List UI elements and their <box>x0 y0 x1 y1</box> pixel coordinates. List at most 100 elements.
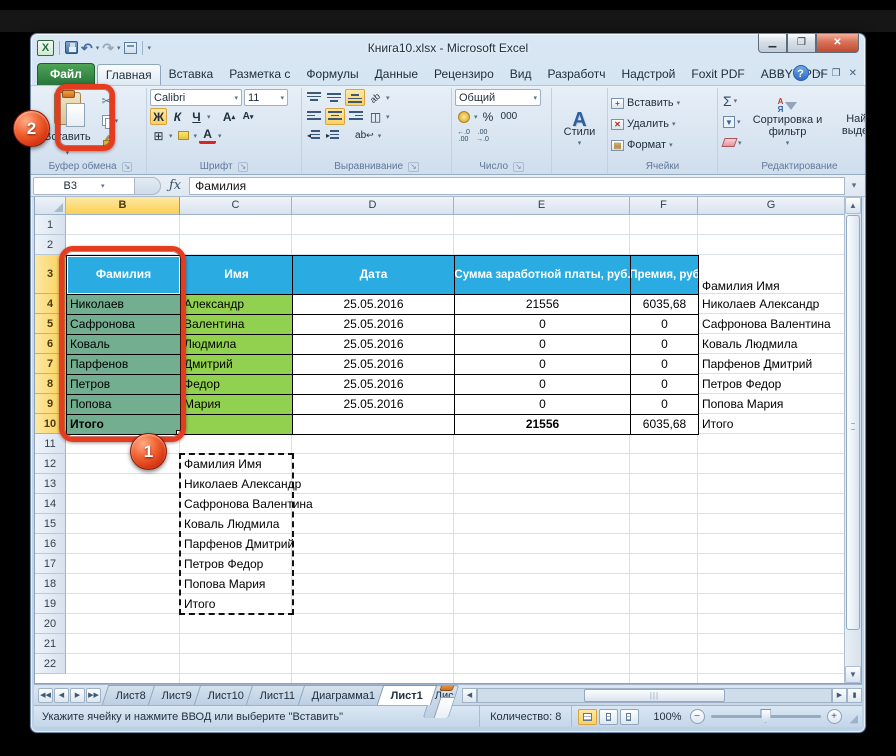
fill-button[interactable]: ▼▾ <box>721 113 744 130</box>
expand-formula-bar-icon[interactable]: ▾ <box>845 180 863 191</box>
row-header-18[interactable]: 18 <box>35 574 66 594</box>
minimize-button[interactable]: ▁ <box>758 34 787 53</box>
pasted-cell-C16[interactable]: Парфенов Дмитрий <box>180 534 320 554</box>
number-format-select[interactable]: Общий▾ <box>455 89 541 106</box>
tab-main[interactable]: Главная <box>97 64 161 85</box>
cell-C8[interactable]: Федор <box>180 374 293 395</box>
font-dialog-launcher-icon[interactable]: ↘ <box>238 162 249 172</box>
tab-data[interactable]: Данные <box>367 64 426 85</box>
tab-page-layout[interactable]: Разметка с <box>221 64 298 85</box>
cell-C6[interactable]: Людмила <box>180 334 293 355</box>
find-select-button[interactable]: Найти и выделить ▾ <box>832 89 865 159</box>
autosum-button[interactable]: Σ▾ <box>721 92 744 109</box>
comma-style-button[interactable]: 000 <box>499 108 520 125</box>
horizontal-scroll-thumb[interactable] <box>584 689 725 702</box>
col-header-F[interactable]: F <box>630 197 698 215</box>
row-header-12[interactable]: 12 <box>35 454 66 474</box>
merge-center-button[interactable]: ◫ <box>367 108 384 125</box>
excel-logo-icon[interactable]: X <box>37 40 54 56</box>
row-header-15[interactable]: 15 <box>35 514 66 534</box>
table-view-icon[interactable] <box>124 42 137 54</box>
scroll-up-icon[interactable]: ▲ <box>845 197 861 214</box>
cell-F9[interactable]: 0 <box>630 394 699 415</box>
row-header-1[interactable]: 1 <box>35 215 66 235</box>
align-middle-button[interactable] <box>325 89 343 106</box>
tab-foxit[interactable]: Foxit PDF <box>683 64 752 85</box>
redo-dropdown-icon[interactable]: ▾ <box>117 44 121 52</box>
cell-D8[interactable]: 25.05.2016 <box>292 374 455 395</box>
select-all-corner[interactable] <box>35 197 66 215</box>
delete-cells-button[interactable]: ✕Удалить▾ <box>611 115 714 134</box>
tab-formulas[interactable]: Формулы <box>298 64 366 85</box>
sheet-tab-diagram1[interactable]: Диаграмма1 <box>297 685 389 705</box>
cell-F4[interactable]: 6035,68 <box>630 294 699 315</box>
pasted-cell-C13[interactable]: Николаев Александр <box>180 474 320 494</box>
cell-G10[interactable]: Итого <box>698 414 844 434</box>
formula-input[interactable]: Фамилия <box>189 177 845 195</box>
col-header-D[interactable]: D <box>292 197 454 215</box>
cell-D6[interactable]: 25.05.2016 <box>292 334 455 355</box>
increase-decimal-button[interactable]: ←.0.00 <box>455 127 472 144</box>
cell-C7[interactable]: Дмитрий <box>180 354 293 375</box>
zoom-slider-track[interactable] <box>711 715 821 718</box>
cell-C5[interactable]: Валентина <box>180 314 293 335</box>
next-sheet-icon[interactable]: ▶ <box>70 688 85 703</box>
restore-button[interactable]: ❐ <box>787 34 816 53</box>
cell-G9[interactable]: Попова Мария <box>698 394 844 414</box>
help-icon[interactable]: ? <box>793 65 809 81</box>
cell-D5[interactable]: 25.05.2016 <box>292 314 455 335</box>
pasted-cell-C17[interactable]: Петров Федор <box>180 554 320 574</box>
doc-close-icon[interactable]: ✕ <box>849 68 857 79</box>
zoom-in-button[interactable]: + <box>827 709 842 724</box>
cell-E10[interactable]: 21556 <box>454 414 631 435</box>
number-dialog-launcher-icon[interactable]: ↘ <box>513 162 524 172</box>
col-header-G[interactable]: G <box>698 197 844 215</box>
col-header-B[interactable]: B <box>66 197 180 215</box>
vertical-scroll-thumb[interactable] <box>846 215 860 630</box>
percent-button[interactable]: % <box>480 108 497 125</box>
bold-button[interactable]: Ж <box>150 108 167 125</box>
cell-D10[interactable] <box>292 414 455 435</box>
fill-color-button[interactable] <box>175 127 192 144</box>
increase-indent-button[interactable]: ▸ <box>324 127 341 144</box>
col-header-C[interactable]: C <box>180 197 292 215</box>
cell-C10[interactable] <box>180 414 293 435</box>
cell-C9[interactable]: Мария <box>180 394 293 415</box>
cell-E5[interactable]: 0 <box>454 314 631 335</box>
row-header-14[interactable]: 14 <box>35 494 66 514</box>
font-size-select[interactable]: 11▾ <box>244 89 288 106</box>
alignment-dialog-launcher-icon[interactable]: ↘ <box>408 162 419 172</box>
row-header-20[interactable]: 20 <box>35 614 66 634</box>
close-button[interactable]: ✕ <box>816 34 859 53</box>
undo-dropdown-icon[interactable]: ▾ <box>96 44 100 52</box>
cell-D7[interactable]: 25.05.2016 <box>292 354 455 375</box>
undo-icon[interactable]: ↶ <box>81 41 93 55</box>
tab-split-left-icon[interactable]: ◀ <box>462 688 477 703</box>
align-right-button[interactable] <box>347 108 365 125</box>
tab-insert[interactable]: Вставка <box>161 64 222 85</box>
orientation-button[interactable]: ab <box>367 89 384 106</box>
tab-file[interactable]: Файл <box>37 63 95 85</box>
format-cells-button[interactable]: ▤Формат▾ <box>611 136 714 155</box>
cell-F8[interactable]: 0 <box>630 374 699 395</box>
cell-F5[interactable]: 0 <box>630 314 699 335</box>
cell-D3[interactable]: Дата <box>292 255 455 295</box>
customize-qat-icon[interactable]: ▾ <box>148 44 152 52</box>
cell-F6[interactable]: 0 <box>630 334 699 355</box>
clipboard-dialog-launcher-icon[interactable]: ↘ <box>122 162 133 172</box>
redo-icon[interactable]: ↷ <box>102 41 114 55</box>
tab-split-handle[interactable]: ▮ <box>847 688 862 703</box>
pasted-cell-C19[interactable]: Итого <box>180 594 292 614</box>
pasted-cell-C15[interactable]: Коваль Людмила <box>180 514 320 534</box>
align-left-button[interactable] <box>305 108 323 125</box>
cell-F3[interactable]: Премия, руб <box>630 255 699 295</box>
sort-filter-button[interactable]: АЯ Сортировка и фильтр ▾ <box>748 89 828 159</box>
cell-E6[interactable]: 0 <box>454 334 631 355</box>
save-icon[interactable] <box>65 41 78 54</box>
underline-button[interactable]: Ч <box>188 108 205 125</box>
cell-E8[interactable]: 0 <box>454 374 631 395</box>
name-box-dropdown-icon[interactable]: ▾ <box>101 182 105 190</box>
accounting-format-button[interactable] <box>455 108 472 125</box>
normal-view-button[interactable] <box>578 709 597 725</box>
doc-restore-icon[interactable]: ❐ <box>832 68 841 79</box>
